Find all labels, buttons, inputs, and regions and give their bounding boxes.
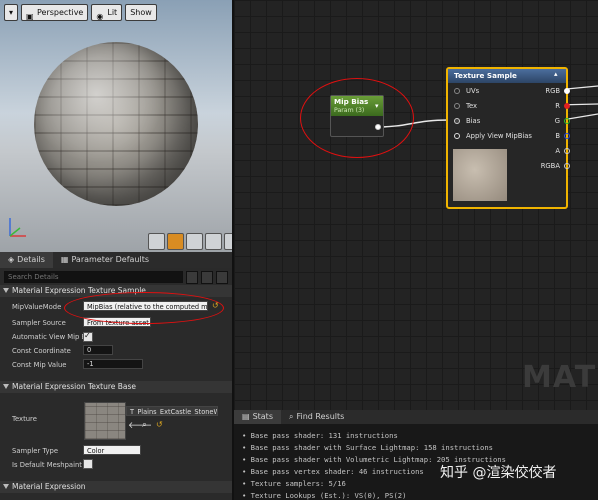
sampler-type-dropdown[interactable]: Color (83, 445, 141, 455)
find-icon: ⌕ (288, 412, 294, 421)
chevron-down-icon: ▾ (9, 8, 14, 17)
show-button[interactable]: Show (125, 4, 157, 21)
material-preview-viewport[interactable]: ▾ ▣ Perspective ◉ Lit Show (0, 0, 232, 252)
category-texture-base[interactable]: Material Expression Texture Base (0, 381, 232, 393)
viewport-toolbar: ▾ ▣ Perspective ◉ Lit Show (4, 4, 157, 21)
browse-search-icon[interactable]: ⌕ (142, 420, 147, 430)
preview-sphere (34, 42, 198, 206)
const-coordinate-field[interactable]: 0 (83, 345, 113, 355)
lit-icon: ◉ (96, 11, 104, 21)
mip-value-mode-label: MipValueMode (12, 303, 62, 311)
automatic-view-mip-bias-checkbox[interactable] (83, 331, 93, 342)
r-output-pin[interactable]: R (555, 102, 570, 110)
tab-find-results[interactable]: ⌕ Find Results (281, 410, 352, 424)
perspective-button[interactable]: ▣ Perspective (21, 4, 89, 21)
teapot-shape-button[interactable] (224, 233, 232, 250)
cylinder-shape-button[interactable] (148, 233, 165, 250)
search-icon[interactable] (186, 271, 198, 284)
use-selected-arrow-icon[interactable]: 🡐 (128, 420, 152, 431)
details-tab-bar: ◈ Details ▦ Parameter Defaults (0, 252, 232, 268)
default-meshpaint-label: Is Default Meshpaint T (12, 461, 89, 469)
texture-asset-dropdown[interactable]: T_Plains_ExtCastle_StoneW (126, 406, 218, 416)
perspective-icon: ▣ (26, 11, 34, 21)
automatic-view-mip-bias-label: Automatic View Mip Bi (12, 333, 89, 341)
search-row (4, 271, 228, 284)
details-icon: ◈ (8, 255, 15, 264)
stat-line: • Base pass shader: 131 instructions (242, 431, 398, 440)
stat-line: • Texture samplers: 5/16 (242, 479, 346, 488)
sampler-source-label: Sampler Source (12, 319, 66, 327)
viewport-menu-button[interactable]: ▾ (4, 4, 19, 21)
material-graph[interactable]: Mip Bias Param (3) ▾ Texture Sample ▴ UV… (234, 0, 598, 410)
stats-tab-bar: ▤ Stats ⌕ Find Results (234, 410, 598, 424)
cube-shape-button[interactable] (205, 233, 222, 250)
texture-sample-node[interactable]: Texture Sample ▴ UVs Tex Bias Apply View… (446, 67, 570, 209)
texture-label: Texture (12, 415, 37, 423)
category-material-expression[interactable]: Material Expression (0, 481, 232, 493)
stats-icon: ▤ (242, 412, 250, 421)
apply-view-mipbias-input-pin[interactable]: Apply View MipBias (454, 132, 532, 140)
annotation-circle (64, 292, 224, 324)
texture-thumbnail[interactable] (84, 402, 126, 440)
search-details-input[interactable] (4, 271, 183, 283)
default-meshpaint-checkbox[interactable] (83, 459, 93, 469)
annotation-circle (300, 78, 414, 158)
material-watermark: MATE (522, 360, 598, 395)
const-mip-value-field[interactable]: -1 (83, 359, 143, 369)
sampler-type-label: Sampler Type (12, 447, 59, 455)
g-output-pin[interactable]: G (555, 117, 570, 125)
texture-sample-node-header: Texture Sample ▴ (448, 69, 566, 83)
parameter-icon: ▦ (60, 255, 69, 264)
b-output-pin[interactable]: B (555, 132, 570, 140)
tab-parameter-defaults[interactable]: ▦ Parameter Defaults (53, 252, 157, 268)
stat-line: • Base pass vertex shader: 46 instructio… (242, 467, 424, 476)
credit-watermark: 知乎 @渲染佼佼者 (440, 465, 557, 481)
reset-texture-icon[interactable]: ↺ (156, 420, 163, 429)
rgba-output-pin[interactable]: RGBA (541, 162, 570, 170)
plane-shape-button[interactable] (186, 233, 203, 250)
texture-preview-image (453, 149, 507, 201)
uvs-input-pin[interactable]: UVs (454, 87, 479, 95)
sphere-shape-button[interactable] (167, 233, 184, 250)
a-output-pin[interactable]: A (555, 147, 570, 155)
lit-button[interactable]: ◉ Lit (91, 4, 123, 21)
axis-gizmo-icon (9, 218, 26, 237)
eye-icon[interactable] (216, 271, 228, 284)
const-coordinate-label: Const Coordinate (12, 347, 71, 355)
preview-shape-bar (148, 233, 232, 250)
collapse-triangle-icon[interactable]: ▴ (554, 70, 558, 78)
tab-details[interactable]: ◈ Details (0, 252, 53, 268)
texture-sample-title: Texture Sample (454, 71, 517, 80)
tex-input-pin[interactable]: Tex (454, 102, 477, 110)
grid-view-icon[interactable] (201, 271, 213, 284)
tab-stats[interactable]: ▤ Stats (234, 410, 281, 424)
rgb-output-pin[interactable]: RGB (545, 87, 570, 95)
stat-line: • Base pass shader with Surface Lightmap… (242, 443, 493, 452)
bias-input-pin[interactable]: Bias (454, 117, 480, 125)
stat-line: • Texture Lookups (Est.): VS(0), PS(2) (242, 491, 407, 500)
const-mip-value-label: Const Mip Value (12, 361, 67, 369)
